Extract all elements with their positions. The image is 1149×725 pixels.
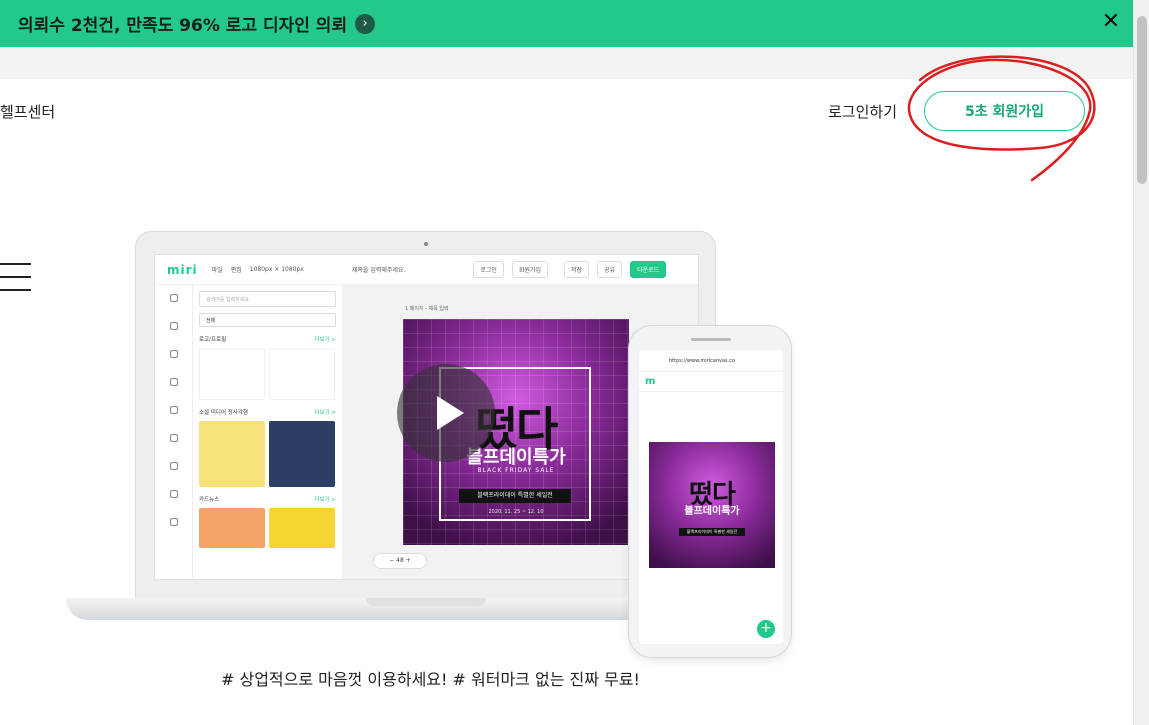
section-more: 더보기 > bbox=[314, 337, 336, 343]
design-date: 2020. 11. 25 ~ 12. 10 bbox=[488, 509, 544, 515]
scrollbar[interactable] bbox=[1133, 0, 1149, 725]
login-link[interactable]: 로그인하기 bbox=[828, 101, 897, 122]
editor-login-btn: 로그인 bbox=[473, 261, 504, 278]
section-more: 더보기 > bbox=[314, 410, 336, 416]
template-thumb bbox=[269, 348, 335, 400]
editor-save-btn: 저장 bbox=[564, 261, 590, 278]
editor-share-btn: 공유 bbox=[597, 261, 623, 278]
section-title: 로고/프로필 bbox=[199, 337, 227, 343]
template-thumb bbox=[199, 348, 265, 400]
side-icon bbox=[155, 509, 192, 537]
phone-pill: 블랙프라이데이 특별한 세일전 bbox=[679, 528, 745, 536]
side-icon bbox=[155, 453, 192, 481]
thumb-row bbox=[199, 421, 336, 487]
editor-size: 1080px × 1080px bbox=[249, 266, 304, 273]
editor-side-icons bbox=[155, 285, 193, 579]
zoom-control: − 48 + bbox=[373, 553, 427, 569]
side-icon bbox=[155, 313, 192, 341]
play-video-button[interactable] bbox=[397, 364, 495, 462]
tagline: # 상업적으로 마음껏 이용하세요! # 워터마크 없는 진짜 무료! bbox=[221, 670, 640, 689]
phone-add-icon: + bbox=[757, 620, 775, 638]
chevron-right-icon[interactable]: › bbox=[355, 13, 376, 34]
thumb-row bbox=[199, 348, 336, 400]
side-icon bbox=[155, 481, 192, 509]
template-thumb bbox=[269, 421, 335, 487]
editor-download-btn: 다운로드 bbox=[630, 261, 667, 278]
close-icon[interactable]: ✕ bbox=[1099, 10, 1123, 34]
laptop-notch bbox=[366, 598, 486, 606]
thumb-row bbox=[199, 508, 336, 548]
page-label: 1 페이지 - 제목 입력 bbox=[405, 306, 449, 312]
red-annotation-circle bbox=[907, 55, 1096, 182]
miri-logo: miri bbox=[167, 262, 198, 277]
phone-subheadline: 블프데이특가 bbox=[684, 506, 740, 517]
editor-title: 제목을 입력해주세요. bbox=[351, 267, 406, 274]
design-pill: 블랙프라이데이 특별한 세일전 bbox=[459, 489, 571, 503]
editor-topbar: miri 파일 편집 1080px × 1080px 제목을 입력해주세요. 로… bbox=[155, 255, 698, 285]
editor-menu-edit: 편집 bbox=[230, 267, 242, 274]
phone-mockup: https://www.miricanvas.co m 떴다 블프데이특가 블랙… bbox=[628, 325, 792, 658]
template-thumb bbox=[269, 508, 335, 548]
section-header: 카드뉴스 더보기 > bbox=[199, 495, 336, 503]
menu-icon[interactable] bbox=[0, 263, 31, 295]
editor-join-btn: 회원가입 bbox=[511, 261, 549, 278]
section-header: 로고/프로필 더보기 > bbox=[199, 335, 336, 343]
promo-banner[interactable]: 의뢰수 2천건, 만족도 96% 로고 디자인 의뢰 › ✕ bbox=[0, 0, 1133, 47]
phone-url-bar: https://www.miricanvas.co bbox=[639, 350, 783, 372]
editor-template-panel: 검색어를 입력하세요. 전체 로고/프로필 더보기 > 소셜 미디어 정사각형 … bbox=[193, 285, 343, 579]
phone-screen: https://www.miricanvas.co m 떴다 블프데이특가 블랙… bbox=[639, 350, 783, 644]
design-sale-en: BLACK FRIDAY SALE bbox=[477, 467, 555, 474]
section-more: 더보기 > bbox=[314, 497, 336, 503]
template-thumb bbox=[199, 421, 265, 487]
section-title: 카드뉴스 bbox=[199, 497, 220, 503]
phone-design-artwork: 떴다 블프데이특가 블랙프라이데이 특별한 세일전 bbox=[649, 442, 775, 568]
play-icon[interactable] bbox=[436, 396, 464, 430]
promo-text[interactable]: 의뢰수 2천건, 만족도 96% 로고 디자인 의뢰 bbox=[18, 11, 347, 36]
phone-logo: m bbox=[645, 376, 656, 387]
section-title: 소셜 미디어 정사각형 bbox=[199, 410, 249, 416]
template-thumb bbox=[199, 508, 265, 548]
side-icon bbox=[155, 369, 192, 397]
section-header: 소셜 미디어 정사각형 더보기 > bbox=[199, 408, 336, 416]
phone-speaker bbox=[691, 338, 731, 341]
laptop-camera bbox=[424, 242, 428, 246]
help-center-link[interactable]: 헬프센터 bbox=[0, 101, 55, 122]
editor-menu-file: 파일 bbox=[211, 267, 223, 274]
phone-toolbar: m bbox=[639, 372, 783, 392]
editor-filter: 전체 bbox=[199, 313, 336, 327]
editor-search: 검색어를 입력하세요. bbox=[199, 291, 336, 307]
side-icon bbox=[155, 425, 192, 453]
side-icon bbox=[155, 341, 192, 369]
scrollbar-thumb[interactable] bbox=[1137, 16, 1147, 184]
side-icon bbox=[155, 397, 192, 425]
side-icon bbox=[155, 285, 192, 313]
